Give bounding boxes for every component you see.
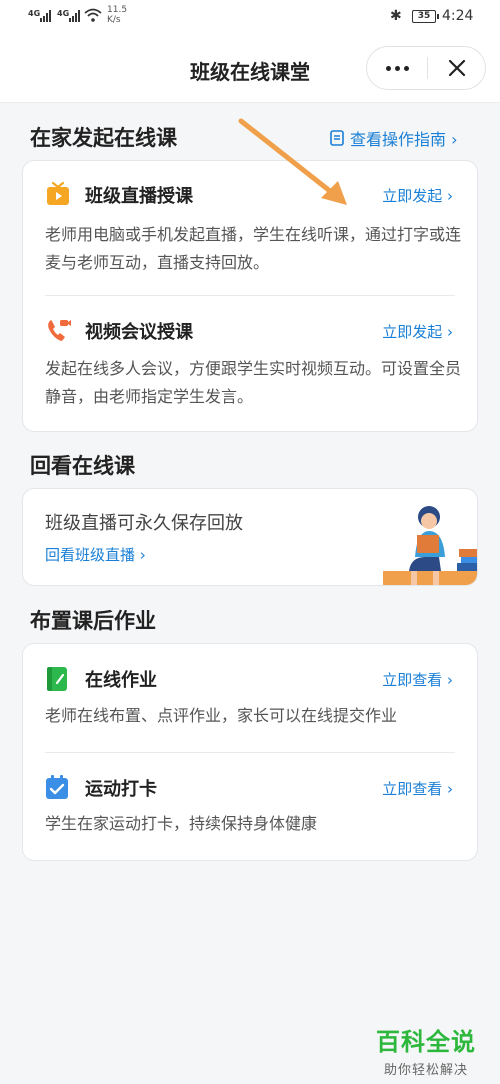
view-exercise-checkin-link[interactable]: 立即查看 › (382, 778, 453, 799)
watermark-sub: 助你轻松解决 (383, 1063, 468, 1078)
signal-label-1: 4G (28, 9, 41, 18)
item-title-live-broadcast: 班级直播授课 (85, 186, 193, 207)
status-time: 4:24 (442, 8, 474, 24)
start-video-meeting-link[interactable]: 立即发起 › (382, 321, 453, 342)
wifi-icon (84, 8, 102, 22)
tv-icon (47, 181, 69, 205)
item-title-video-meeting: 视频会议授课 (85, 322, 193, 343)
phone-video-icon (48, 320, 71, 341)
item-desc-online-homework: 老师在线布置、点评作业，家长可以在线提交作业 (45, 706, 398, 725)
section-title-replay: 回看在线课 (30, 454, 135, 478)
close-button[interactable] (427, 47, 487, 89)
item-desc-live-broadcast: 老师用电脑或手机发起直播，学生在线听课，通过打字或连麦与老师互动，直播支持回放。 (45, 225, 462, 272)
divider (45, 295, 455, 296)
more-dot-icon (394, 65, 400, 71)
section-title-live: 在家发起在线课 (30, 126, 177, 150)
replay-card-text: 班级直播可永久保存回放 (45, 513, 243, 534)
view-online-homework-link[interactable]: 立即查看 › (382, 669, 453, 690)
more-dot-icon (385, 65, 391, 71)
signal-label-2: 4G (57, 9, 70, 18)
nav-bar: 班级在线课堂 (0, 36, 500, 103)
replay-card[interactable]: 班级直播可永久保存回放 回看班级直播 › (22, 488, 478, 586)
watermark-main: 百科全说 (376, 1028, 476, 1056)
section-title-homework: 布置课后作业 (30, 609, 156, 633)
replay-link[interactable]: 回看班级直播 › (45, 544, 146, 565)
network-speed: 11.5 K/s (107, 5, 127, 25)
network-speed-unit: K/s (107, 15, 121, 25)
bluetooth-icon: ✱ (390, 8, 402, 24)
item-desc-exercise-checkin: 学生在家运动打卡，持续保持身体健康 (45, 814, 318, 833)
guide-link-label: 查看操作指南 › (350, 130, 458, 149)
start-live-broadcast-link[interactable]: 立即发起 › (382, 185, 453, 206)
reading-girl-illustration (383, 506, 477, 585)
more-dot-icon (403, 65, 409, 71)
homework-card: 在线作业 立即查看 › 老师在线布置、点评作业，家长可以在线提交作业 运动打卡 … (22, 643, 478, 861)
mini-program-capsule (366, 46, 486, 90)
close-icon (448, 59, 466, 77)
network-speed-value: 11.5 (107, 5, 128, 15)
item-desc-video-meeting: 发起在线多人会议，方便跟学生实时视频互动。可设置全员静音，由老师指定学生发言。 (45, 359, 462, 406)
annotation-arrow-icon (238, 118, 347, 205)
signal-bars-1-icon (40, 10, 51, 22)
battery-icon: 35 (412, 10, 439, 23)
signal-bars-2-icon (69, 10, 80, 22)
calendar-check-icon (46, 775, 68, 799)
divider (45, 752, 455, 753)
item-title-exercise-checkin: 运动打卡 (85, 779, 157, 800)
item-title-online-homework: 在线作业 (85, 670, 157, 691)
watermark: 百科全说 助你轻松解决 (376, 1022, 476, 1078)
status-bar: 4G 4G 11.5 K/s ✱ 35 4:24 (0, 0, 500, 36)
notebook-icon (47, 667, 67, 691)
more-button[interactable] (367, 47, 427, 89)
